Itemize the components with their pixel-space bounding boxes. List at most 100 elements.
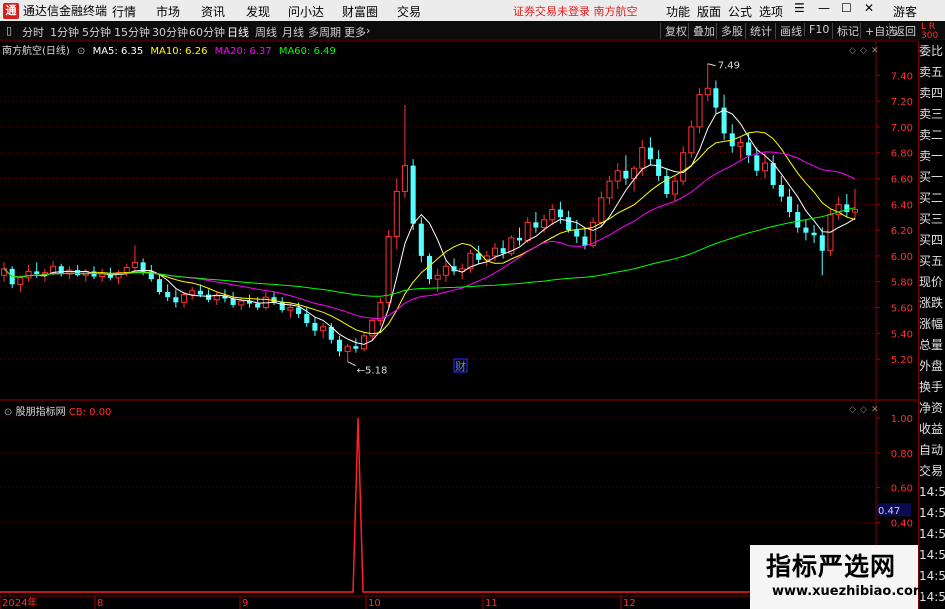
y-tick-label: 5.40 — [891, 329, 913, 340]
candle-body — [410, 165, 416, 224]
candle-body — [844, 204, 850, 213]
ma20-line — [3, 151, 856, 320]
candle-body — [213, 295, 220, 301]
candle-body — [0, 268, 8, 276]
candle-body — [312, 322, 318, 331]
quote-panel-item: 卖五 — [919, 65, 944, 79]
candle-body — [131, 261, 138, 269]
candle-body — [819, 235, 825, 251]
quote-panel-item: 净资 — [919, 401, 944, 415]
quote-panel-item: 买四 — [919, 233, 944, 247]
candle-body — [173, 297, 179, 303]
ma10-line — [3, 131, 856, 335]
candle-body — [778, 184, 784, 197]
x-tick-label: 11 — [485, 598, 498, 609]
candle-body — [541, 219, 548, 229]
y-tick-label: 6.60 — [891, 175, 913, 186]
candle-body — [713, 88, 719, 108]
x-tick-label: 9 — [242, 598, 248, 609]
indicator-info: ⊙ 股朋指标网 CB: 0.00 — [4, 403, 111, 418]
quote-panel: 委比 卖五 卖四 卖三 卖二 卖一 买一 买二 买三 买四 买五 现价 涨跌 涨幅 总量 外盘 换手 净资 收益 自动… — [918, 41, 945, 609]
candle-body — [533, 222, 539, 228]
candle-body — [761, 162, 769, 172]
indicator-dropdown-icon[interactable]: ⊙ — [4, 407, 12, 418]
quote-panel-item: 自动 — [919, 443, 944, 457]
candle-body — [296, 307, 302, 314]
x-tick-label: 12 — [623, 598, 636, 609]
candle-body — [75, 270, 81, 276]
watermark: 指标严选网 www.xuezhibiao.com — [750, 545, 926, 609]
chart-settings-icon[interactable]: ◇ — [849, 46, 856, 56]
candle-body — [434, 274, 441, 280]
ind-close-icon[interactable]: ✕ — [871, 405, 879, 415]
candle-body — [401, 165, 408, 192]
indicator-name[interactable]: 股朋指标网 — [16, 407, 66, 418]
quote-panel-item: 交易 — [919, 464, 944, 478]
candle-body — [647, 147, 653, 160]
y-tick-label: 6.20 — [891, 226, 913, 237]
y-tick-label: 0.40 — [891, 518, 913, 529]
y-tick-label: 7.00 — [891, 123, 913, 134]
quote-panel-item: 买二 — [919, 191, 944, 205]
chart-expand-icon[interactable]: ◇ — [860, 46, 867, 56]
ind-expand-icon[interactable]: ◇ — [860, 405, 867, 415]
quote-panel-item: 换手 — [919, 380, 944, 394]
chart-dropdown-icon[interactable]: ⊙ — [77, 46, 85, 57]
candle-body — [180, 294, 188, 303]
candle-body — [754, 155, 760, 171]
high-marker-label: 7.49 — [718, 61, 740, 72]
candle-body — [255, 303, 261, 308]
quote-panel-item: 现价 — [919, 275, 944, 289]
candle-body — [516, 237, 523, 241]
candle-body — [189, 290, 196, 296]
quote-panel-item: 14:56 — [919, 548, 945, 562]
candle-body — [566, 217, 572, 231]
lr-setting[interactable]: L R 300 — [921, 23, 945, 41]
candle-body — [393, 190, 400, 238]
candle-body — [696, 94, 703, 128]
candle-body — [287, 307, 294, 311]
candle-body — [549, 208, 556, 221]
candle-body — [623, 170, 629, 179]
current-value-label: 0.47 — [878, 506, 900, 517]
ma60-value: MA60: 6.49 — [278, 46, 336, 57]
candle-body — [795, 212, 801, 228]
high-marker-line — [707, 63, 716, 67]
stock-name[interactable]: 南方航空(日线) — [2, 46, 70, 57]
quote-panel-item: 买三 — [919, 212, 944, 226]
ma20-value: MA20: 6.37 — [214, 46, 272, 57]
candle-body — [123, 267, 130, 274]
candle-body — [574, 230, 580, 237]
candle-body — [304, 313, 310, 323]
quote-panel-item: 买一 — [919, 170, 944, 184]
candle-body — [500, 248, 506, 254]
watermark-title: 指标严选网 — [766, 552, 897, 581]
candle-body — [361, 335, 368, 350]
candle-body — [58, 266, 64, 274]
quote-panel-item: 委比 — [919, 44, 944, 58]
candle-body — [34, 271, 40, 274]
candle-body — [851, 208, 859, 213]
candle-body — [197, 290, 203, 295]
quote-panel-item: 卖四 — [919, 86, 944, 100]
y-tick-label: 1.00 — [891, 414, 913, 425]
chart-close-icon[interactable]: ✕ — [871, 46, 879, 56]
quote-panel-item: 外盘 — [919, 359, 944, 373]
watermark-url: www.xuezhibiao.com — [772, 584, 927, 599]
candle-body — [418, 223, 424, 256]
candle-body — [41, 272, 48, 275]
candle-body — [598, 197, 605, 223]
y-tick-label: 0.80 — [891, 449, 913, 460]
x-tick-label: 10 — [368, 598, 381, 609]
kline-chart[interactable]: 5.20 5.40 5.60 5.80 6.00 6.20 6.40 6.60 6.80 7.00… — [0, 0, 918, 609]
candle-body — [671, 180, 679, 195]
ind-settings-icon[interactable]: ◇ — [849, 405, 856, 415]
candle-body — [385, 236, 392, 303]
candle-body — [50, 265, 57, 274]
candle-body — [811, 232, 817, 236]
ma10-value: MA10: 6.26 — [150, 46, 208, 57]
candle-body — [165, 292, 171, 298]
quote-panel-item: 总量 — [919, 338, 944, 352]
cb-line — [0, 417, 875, 593]
candle-body — [737, 141, 744, 147]
